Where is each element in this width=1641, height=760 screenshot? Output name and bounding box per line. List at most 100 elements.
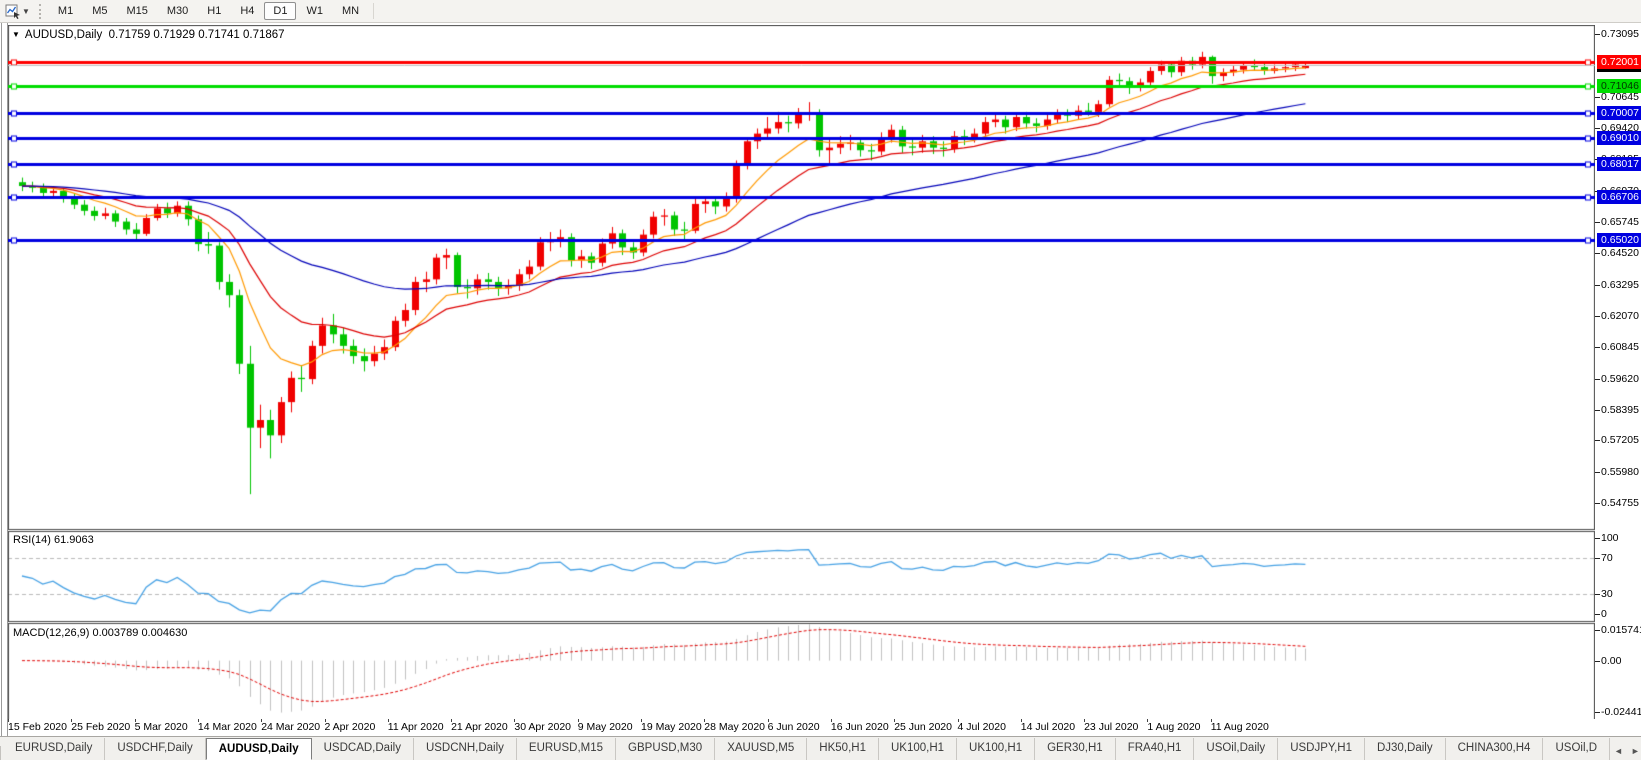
rsi-indicator-label: RSI(14) 61.9063 — [13, 534, 94, 546]
tab-items: EURUSD,DailyUSDCHF,DailyAUDUSD,DailyUSDC… — [3, 738, 1610, 760]
date-axis-label: 25 Jun 2020 — [894, 721, 952, 733]
price-tick-mark — [1595, 379, 1600, 380]
timeframe-button-m5[interactable]: M5 — [83, 2, 116, 20]
terminal-window: ▼ M1M5M15M30H1H4D1W1MN ▼ AUDUSD,Daily 0.7… — [0, 0, 1641, 760]
toolbar-grip[interactable] — [39, 4, 41, 19]
rsi-value: 61.9063 — [54, 534, 94, 546]
rsi-tick-label: 70 — [1601, 552, 1613, 564]
macd-name: MACD(12,26,9) — [13, 627, 89, 639]
price-tick-mark — [1595, 222, 1600, 223]
window-left-frame — [1, 23, 8, 736]
price-tick-mark — [1595, 34, 1600, 35]
macd-tick-mark — [1595, 712, 1600, 713]
rsi-tick-label: 0 — [1601, 608, 1607, 620]
chart-tab-usdcnh-daily[interactable]: USDCNH,Daily — [414, 738, 517, 760]
price-tick-mark — [1595, 347, 1600, 348]
price-tick-mark — [1595, 316, 1600, 317]
chart-tab-xauusd-m5[interactable]: XAUUSD,M5 — [715, 738, 807, 760]
price-tick-label: 0.54755 — [1601, 497, 1639, 509]
price-level-flag[interactable]: 0.65020 — [1597, 233, 1641, 247]
macd-indicator-label: MACD(12,26,9) 0.003789 0.004630 — [13, 627, 187, 639]
chart-tab-usoil-daily[interactable]: USOil,Daily — [1194, 738, 1278, 760]
rsi-tick-mark — [1595, 538, 1600, 539]
chart-tab-ger30-h1[interactable]: GER30,H1 — [1035, 738, 1116, 760]
toolbar-dropdown-caret[interactable]: ▼ — [22, 7, 30, 16]
chart-tab-usdcad-daily[interactable]: USDCAD,Daily — [312, 738, 414, 760]
chart-tab-usdchf-daily[interactable]: USDCHF,Daily — [105, 738, 205, 760]
date-axis-label: 14 Jul 2020 — [1021, 721, 1075, 733]
rsi-tick-mark — [1595, 558, 1600, 559]
date-axis-label: 11 Apr 2020 — [388, 721, 444, 733]
price-tick-mark — [1595, 253, 1600, 254]
chart-symbol-period: AUDUSD,Daily — [25, 29, 102, 41]
chart-tab-hk50-h1[interactable]: HK50,H1 — [807, 738, 879, 760]
chart-tab-audusd-daily[interactable]: AUDUSD,Daily — [206, 738, 312, 760]
chart-tab-gbpusd-m30[interactable]: GBPUSD,M30 — [616, 738, 715, 760]
macd-tick-mark — [1595, 661, 1600, 662]
timeframe-button-m1[interactable]: M1 — [49, 2, 82, 20]
date-axis-label: 11 Aug 2020 — [1211, 721, 1269, 733]
price-tick-label: 0.65745 — [1601, 216, 1639, 228]
chart-menu-icon[interactable]: ▼ — [12, 30, 20, 39]
chart-tab-eurusd-m15[interactable]: EURUSD,M15 — [517, 738, 616, 760]
price-chart-canvas[interactable] — [8, 25, 1595, 719]
date-axis-label: 24 Mar 2020 — [261, 721, 320, 733]
price-level-flag[interactable]: 0.70007 — [1597, 106, 1641, 120]
timeframe-button-m15[interactable]: M15 — [117, 2, 156, 20]
chart-tab-eurusd-daily[interactable]: EURUSD,Daily — [3, 738, 105, 760]
price-level-flag[interactable]: 0.68017 — [1597, 157, 1641, 171]
rsi-name: RSI(14) — [13, 534, 51, 546]
date-axis-label: 19 May 2020 — [641, 721, 702, 733]
tab-scroll-left-icon[interactable]: ◄ — [1610, 742, 1627, 760]
date-axis-label: 23 Jul 2020 — [1084, 721, 1138, 733]
price-tick-label: 0.59620 — [1601, 373, 1639, 385]
timeframe-toolbar: ▼ M1M5M15M30H1H4D1W1MN — [0, 0, 1641, 23]
timeframe-button-d1[interactable]: D1 — [264, 2, 296, 20]
price-level-flag[interactable]: 0.71046 — [1597, 79, 1641, 93]
chart-tab-uk100-h1[interactable]: UK100,H1 — [879, 738, 957, 760]
chart-tab-uk100-h1[interactable]: UK100,H1 — [957, 738, 1035, 760]
timeframe-button-m30[interactable]: M30 — [158, 2, 197, 20]
date-axis-label: 9 May 2020 — [578, 721, 633, 733]
chart-tab-usoil-d[interactable]: USOil,D — [1543, 738, 1610, 760]
price-tick-mark — [1595, 503, 1600, 504]
price-level-flag[interactable]: 0.72001 — [1597, 55, 1641, 69]
date-axis-label: 15 Feb 2020 — [8, 721, 67, 733]
ohlc-high: 0.71929 — [153, 29, 195, 41]
price-level-flag[interactable]: 0.66706 — [1597, 190, 1641, 204]
macd-signal-value: 0.004630 — [141, 627, 187, 639]
timeframe-button-h4[interactable]: H4 — [231, 2, 263, 20]
chart-cursor-icon[interactable] — [5, 3, 21, 19]
price-tick-label: 0.64520 — [1601, 247, 1639, 259]
price-level-flag[interactable]: 0.69010 — [1597, 131, 1641, 145]
date-axis-label: 2 Apr 2020 — [325, 721, 376, 733]
rsi-tick-label: 100 — [1601, 532, 1619, 544]
timeframe-button-mn[interactable]: MN — [333, 2, 368, 20]
price-tick-label: 0.63295 — [1601, 279, 1639, 291]
price-tick-mark — [1595, 285, 1600, 286]
macd-tick-label: -0.024412 — [1601, 706, 1641, 718]
chart-tab-china300-h4[interactable]: CHINA300,H4 — [1446, 738, 1544, 760]
price-tick-label: 0.60845 — [1601, 341, 1639, 353]
price-tick-mark — [1595, 410, 1600, 411]
timeframe-button-h1[interactable]: H1 — [198, 2, 230, 20]
chart-tab-usdjpy-h1[interactable]: USDJPY,H1 — [1278, 738, 1365, 760]
date-axis-label: 1 Aug 2020 — [1147, 721, 1200, 733]
price-tick-label: 0.62070 — [1601, 310, 1639, 322]
tab-scroll-right-icon[interactable]: ► — [1627, 742, 1641, 760]
rsi-tick-label: 30 — [1601, 588, 1613, 600]
price-tick-label: 0.55980 — [1601, 466, 1639, 478]
date-axis-label: 14 Mar 2020 — [198, 721, 257, 733]
chart-tab-dj30-daily[interactable]: DJ30,Daily — [1365, 738, 1446, 760]
date-axis-label: 28 May 2020 — [704, 721, 765, 733]
price-tick-mark — [1595, 128, 1600, 129]
date-axis-label: 25 Feb 2020 — [71, 721, 130, 733]
timeframe-button-w1[interactable]: W1 — [297, 2, 332, 20]
chart-tab-fra40-h1[interactable]: FRA40,H1 — [1116, 738, 1195, 760]
date-axis-label: 6 Jun 2020 — [768, 721, 820, 733]
date-axis-label: 21 Apr 2020 — [451, 721, 508, 733]
chart-title: ▼AUDUSD,Daily 0.71759 0.71929 0.71741 0.… — [12, 29, 285, 41]
toolbar-separator — [373, 3, 374, 19]
price-tick-mark — [1595, 97, 1600, 98]
date-axis-label: 16 Jun 2020 — [831, 721, 889, 733]
